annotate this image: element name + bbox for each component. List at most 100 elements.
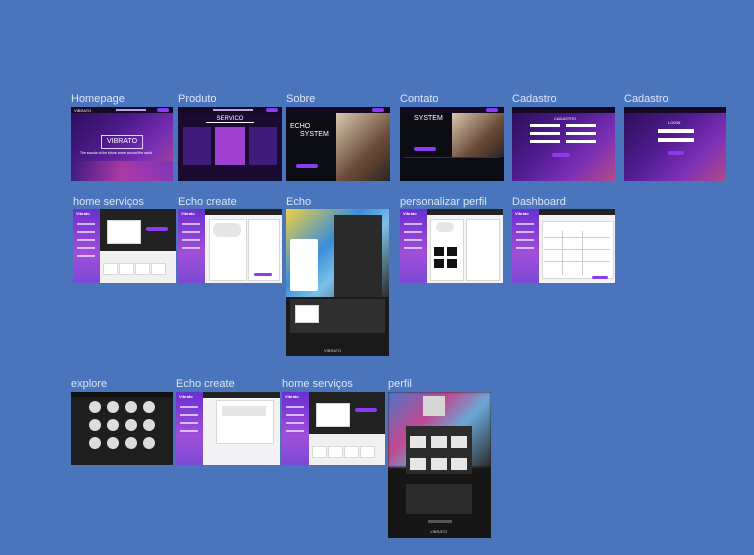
frame-produto[interactable]: SERVICO xyxy=(178,107,282,181)
cta-button xyxy=(296,164,318,168)
service-card-featured xyxy=(215,127,245,165)
table-col xyxy=(562,231,563,275)
frame-label-sobre[interactable]: Sobre xyxy=(286,93,315,105)
frame-label-home-servicos-2[interactable]: home serviços xyxy=(282,378,353,390)
input-field xyxy=(566,140,596,143)
sidebar: Vibrato xyxy=(400,209,427,283)
navbar xyxy=(71,392,173,397)
navbar xyxy=(512,107,615,113)
artist-circle xyxy=(125,401,137,413)
table-row xyxy=(544,261,610,262)
sidebar: Vibrato xyxy=(176,392,203,465)
sidebar-item xyxy=(286,422,304,424)
frame-homepage[interactable]: VIBRATO VIBRATO The sounds of the future… xyxy=(71,107,173,181)
frame-echo-create-2[interactable]: Vibrato xyxy=(176,392,280,465)
gallery-item xyxy=(410,458,426,470)
sidebar-brand: Vibrato xyxy=(285,394,299,399)
frame-label-echo-create-2[interactable]: Echo create xyxy=(176,378,235,390)
service-card xyxy=(249,127,277,165)
system-title: SYSTEM xyxy=(300,131,329,138)
login-title: LOGIN xyxy=(668,120,681,125)
frame-contato[interactable]: SYSTEM xyxy=(400,107,504,181)
frame-perfil[interactable]: VIBRATO xyxy=(388,392,491,538)
frame-explore[interactable] xyxy=(71,392,173,465)
frame-home-servicos[interactable]: Vibrato xyxy=(73,209,176,283)
frame-label-echo-create[interactable]: Echo create xyxy=(178,196,237,208)
sidebar: Vibrato xyxy=(512,209,539,283)
frame-sobre[interactable]: ECHO SYSTEM xyxy=(286,107,390,181)
footer xyxy=(404,157,500,180)
frame-personalizar-perfil[interactable]: Vibrato xyxy=(400,209,503,283)
frame-label-home-servicos[interactable]: home serviços xyxy=(73,196,144,208)
sidebar-item xyxy=(77,231,95,233)
action-button xyxy=(592,276,608,279)
photo-slot xyxy=(434,259,444,268)
service-tile xyxy=(344,446,359,458)
frame-label-echo[interactable]: Echo xyxy=(286,196,311,208)
artist-circle xyxy=(89,419,101,431)
edit-button xyxy=(428,520,452,523)
sidebar-brand: Vibrato xyxy=(76,211,90,216)
table-row xyxy=(544,237,610,238)
upload-area xyxy=(222,406,266,416)
frame-login[interactable]: LOGIN xyxy=(624,107,726,181)
frame-home-servicos-2[interactable]: Vibrato xyxy=(282,392,385,465)
sidebar: Vibrato xyxy=(73,209,100,283)
frame-echo-create[interactable]: Vibrato xyxy=(178,209,282,283)
frame-cadastro[interactable]: CADASTRO xyxy=(512,107,615,181)
frame-label-personalizar-perfil[interactable]: personalizar perfil xyxy=(400,196,487,208)
sidebar-item xyxy=(77,247,95,249)
photo-slot xyxy=(447,247,457,256)
avatar xyxy=(436,222,454,232)
frame-label-explore[interactable]: explore xyxy=(71,378,107,390)
info-panel xyxy=(466,219,500,281)
frame-label-cadastro-2[interactable]: Cadastro xyxy=(624,93,669,105)
frame-label-perfil[interactable]: perfil xyxy=(388,378,412,390)
artist-circle xyxy=(143,401,155,413)
input-field xyxy=(566,124,596,127)
sidebar-brand: Vibrato xyxy=(181,211,195,216)
frame-dashboard[interactable]: Vibrato xyxy=(512,209,615,283)
frame-label-produto[interactable]: Produto xyxy=(178,93,217,105)
contact-button xyxy=(414,147,436,151)
table-row xyxy=(544,249,610,250)
upload-area xyxy=(213,223,241,237)
footer-brand: VIBRATO xyxy=(324,348,342,353)
artist-circle xyxy=(143,437,155,449)
frame-echo[interactable]: VIBRATO xyxy=(286,209,389,356)
sidebar-item xyxy=(77,239,95,241)
sidebar-item xyxy=(182,223,200,225)
cadastro-title: CADASTRO xyxy=(554,116,577,121)
hero-button xyxy=(146,227,168,231)
nav-button xyxy=(266,108,278,112)
photo-slot xyxy=(434,247,444,256)
nav-button xyxy=(486,108,498,112)
artist-circle xyxy=(125,437,137,449)
service-tile xyxy=(312,446,327,458)
post-thumbnail xyxy=(295,305,319,323)
artist-circle xyxy=(107,401,119,413)
artist-circle xyxy=(89,437,101,449)
password-field xyxy=(658,138,694,142)
service-tile xyxy=(135,263,150,275)
frame-label-homepage[interactable]: Homepage xyxy=(71,93,125,105)
hero-image xyxy=(316,403,350,427)
gallery-item xyxy=(431,436,447,448)
gallery-item xyxy=(431,458,447,470)
sidebar-item xyxy=(286,430,304,432)
frame-label-dashboard[interactable]: Dashboard xyxy=(512,196,566,208)
gallery-item xyxy=(451,436,467,448)
frame-label-contato[interactable]: Contato xyxy=(400,93,439,105)
sidebar-item xyxy=(516,247,534,249)
sidebar-item xyxy=(286,414,304,416)
sidebar-item xyxy=(180,430,198,432)
description-panel xyxy=(334,215,382,297)
frame-label-cadastro[interactable]: Cadastro xyxy=(512,93,557,105)
artist-circle xyxy=(143,419,155,431)
input-field xyxy=(530,132,560,135)
table-col xyxy=(582,231,583,275)
tagline: The sounds of the future come around the… xyxy=(80,151,154,155)
nav-links xyxy=(213,109,253,111)
info-panel xyxy=(406,484,472,514)
sidebar-item xyxy=(286,406,304,408)
